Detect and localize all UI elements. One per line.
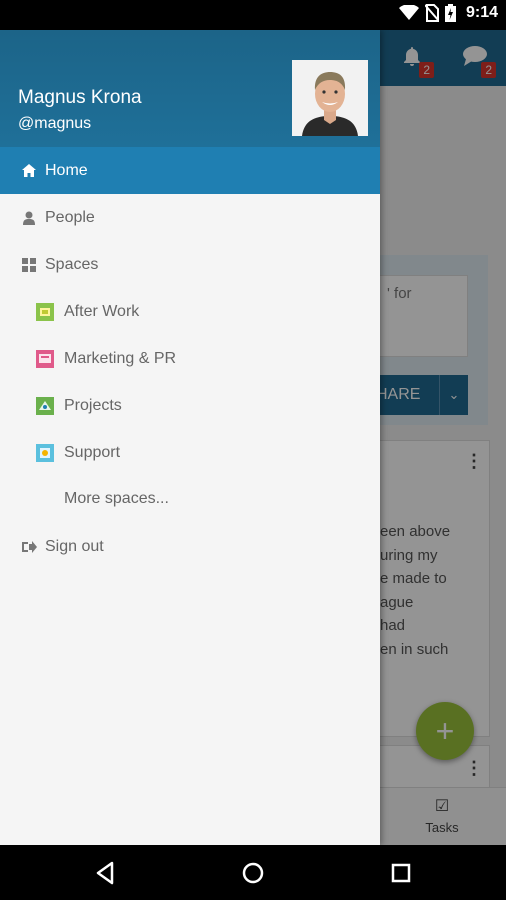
nav-item-spaces[interactable]: Spaces xyxy=(0,241,380,288)
projects-space-icon xyxy=(36,396,54,415)
navigation-drawer: Magnus Krona @magnus Home People Spaces … xyxy=(0,30,380,845)
status-bar: 9:14 xyxy=(0,0,506,30)
nav-item-label: Sign out xyxy=(45,537,104,555)
space-item-marketing-pr[interactable]: Marketing & PR xyxy=(0,335,380,382)
nav-item-home[interactable]: Home xyxy=(0,147,380,194)
home-icon xyxy=(21,163,37,179)
drawer-header: Magnus Krona @magnus xyxy=(0,30,380,149)
nav-item-sign-out[interactable]: Sign out xyxy=(0,523,380,570)
more-spaces-link[interactable]: More spaces... xyxy=(64,490,169,508)
person-icon xyxy=(21,210,37,226)
nav-item-people[interactable]: People xyxy=(0,194,380,241)
space-item-label: Support xyxy=(64,443,121,461)
status-time: 9:14 xyxy=(465,4,498,21)
space-item-support[interactable]: Support xyxy=(0,429,380,476)
after-work-space-icon xyxy=(36,302,54,321)
avatar[interactable] xyxy=(292,60,368,136)
wifi-icon xyxy=(398,5,419,20)
recents-icon[interactable] xyxy=(387,859,415,887)
marketing-space-icon xyxy=(36,349,54,368)
no-sim-icon xyxy=(424,4,439,22)
user-name: Magnus Krona xyxy=(18,87,142,108)
nav-item-label: People xyxy=(45,208,95,226)
nav-item-label: Home xyxy=(45,161,88,179)
user-handle: @magnus xyxy=(18,115,92,132)
battery-charging-icon xyxy=(444,4,456,22)
system-nav-bar xyxy=(0,845,506,900)
space-item-label: After Work xyxy=(64,302,140,320)
back-icon[interactable] xyxy=(92,859,120,887)
nav-item-label: Spaces xyxy=(45,255,99,273)
space-item-label: Marketing & PR xyxy=(64,349,177,367)
grid-icon xyxy=(21,257,37,273)
support-space-icon xyxy=(36,443,54,462)
user-avatar-image xyxy=(292,60,368,136)
sign-out-icon xyxy=(21,539,37,555)
space-item-after-work[interactable]: After Work xyxy=(0,288,380,335)
home-nav-icon[interactable] xyxy=(239,859,267,887)
status-icons: 9:14 xyxy=(398,4,498,22)
space-item-projects[interactable]: Projects xyxy=(0,382,380,429)
space-item-label: Projects xyxy=(64,396,122,414)
